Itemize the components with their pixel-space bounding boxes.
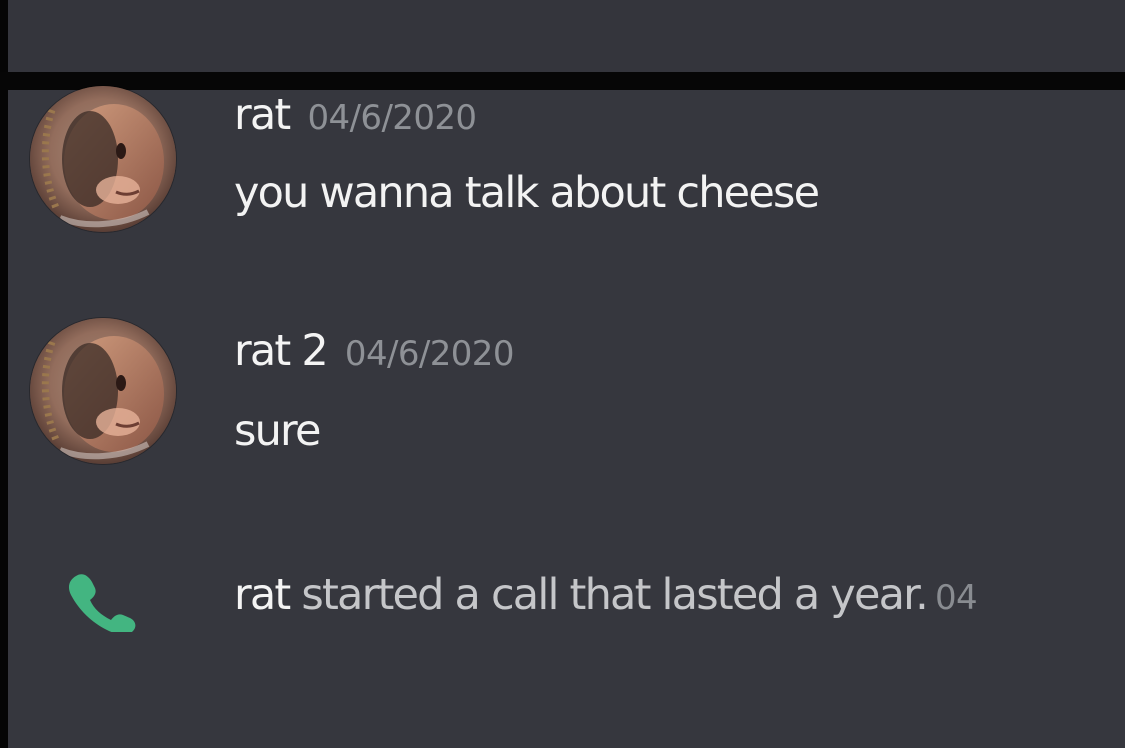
call-system-message: rat started a call that lasted a year. 04 xyxy=(8,560,1125,640)
left-black-border xyxy=(0,0,8,748)
black-divider-bar xyxy=(0,72,1125,90)
chat-message: rat 04/6/2020 you wanna talk about cheese xyxy=(8,86,1125,250)
message-timestamp: 04/6/2020 xyxy=(344,334,515,374)
message-header: rat 04/6/2020 xyxy=(234,94,478,138)
discord-chat-screenshot: rat 04/6/2020 you wanna talk about cheese xyxy=(0,0,1125,748)
rat-avatar[interactable] xyxy=(30,318,176,464)
message-content: sure xyxy=(234,406,321,456)
chat-message: rat 2 04/6/2020 sure xyxy=(8,318,1125,478)
message-header: rat 2 04/6/2020 xyxy=(234,330,514,373)
phone-icon xyxy=(68,574,136,632)
rat-avatar-icon xyxy=(30,318,176,464)
message-content: you wanna talk about cheese xyxy=(234,168,820,218)
call-description: started a call that lasted a year. xyxy=(301,570,928,620)
username[interactable]: rat xyxy=(234,90,291,140)
top-chat-panel xyxy=(8,0,1125,72)
chat-message-area: rat 04/6/2020 you wanna talk about cheese xyxy=(8,86,1125,748)
call-message-text: rat started a call that lasted a year. 04 xyxy=(234,574,978,618)
username[interactable]: rat 2 xyxy=(234,326,329,376)
call-timestamp-partial: 04 xyxy=(934,578,978,618)
message-timestamp: 04/6/2020 xyxy=(307,98,478,138)
rat-avatar-icon xyxy=(30,86,176,232)
call-username[interactable]: rat xyxy=(234,570,291,620)
rat-avatar[interactable] xyxy=(30,86,176,232)
